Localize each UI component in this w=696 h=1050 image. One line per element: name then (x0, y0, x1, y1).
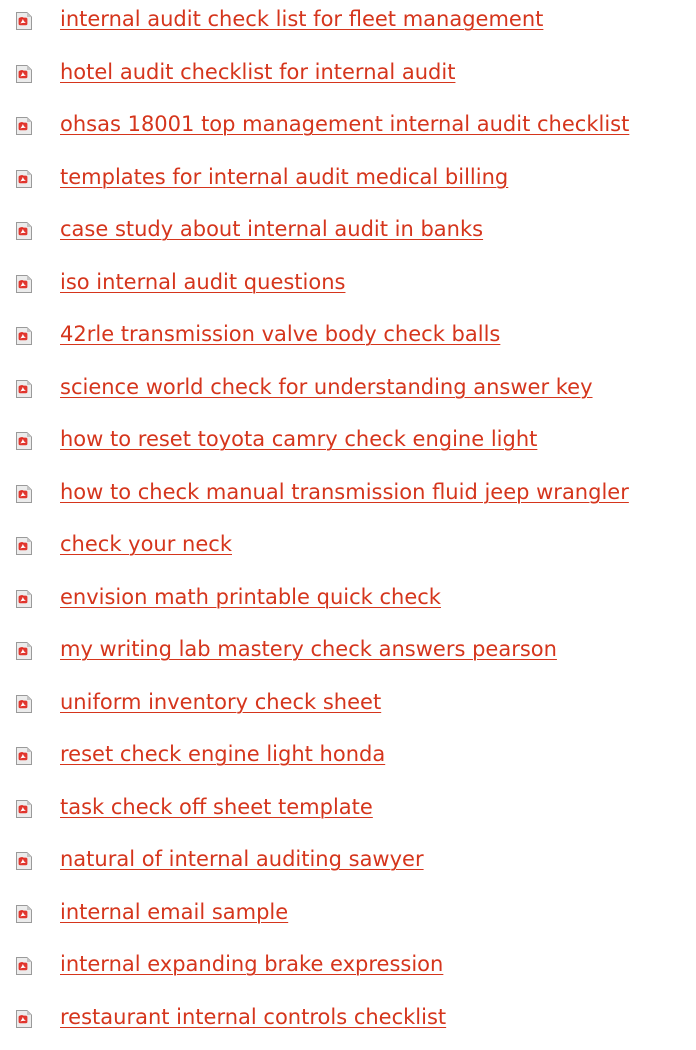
list-item-8: science world check for understanding an… (0, 368, 696, 421)
pdf-file-icon (14, 641, 34, 661)
list-item-link-17[interactable]: natural of internal auditing sawyer (60, 844, 424, 874)
list-item-link-15[interactable]: reset check engine light honda (60, 739, 385, 769)
list-item-link-8[interactable]: science world check for understanding an… (60, 372, 593, 402)
list-item-link-18[interactable]: internal email sample (60, 897, 288, 927)
list-item-18: internal email sample (0, 893, 696, 946)
pdf-file-icon (14, 956, 34, 976)
pdf-file-icon (14, 536, 34, 556)
list-item-15: reset check engine light honda (0, 735, 696, 788)
pdf-file-icon (14, 904, 34, 924)
pdf-file-icon (14, 274, 34, 294)
list-item-link-10[interactable]: how to check manual transmission fluid j… (60, 477, 629, 507)
list-item-link-20[interactable]: restaurant internal controls checklist (60, 1002, 446, 1032)
pdf-file-icon (14, 221, 34, 241)
list-item-link-4[interactable]: templates for internal audit medical bil… (60, 162, 508, 192)
list-item-4: templates for internal audit medical bil… (0, 158, 696, 211)
list-item-link-16[interactable]: task check off sheet template (60, 792, 373, 822)
pdf-file-icon (14, 379, 34, 399)
list-item-link-6[interactable]: iso internal audit questions (60, 267, 345, 297)
list-item-1: internal audit check list for fleet mana… (0, 0, 696, 53)
list-item-13: my writing lab mastery check answers pea… (0, 630, 696, 683)
list-item-19: internal expanding brake expression (0, 945, 696, 998)
link-list: internal audit check list for fleet mana… (0, 0, 696, 1050)
pdf-file-icon (14, 326, 34, 346)
list-item-2: hotel audit checklist for internal audit (0, 53, 696, 106)
list-item-7: 42rle transmission valve body check ball… (0, 315, 696, 368)
pdf-file-icon (14, 431, 34, 451)
pdf-file-icon (14, 746, 34, 766)
list-item-12: envision math printable quick check (0, 578, 696, 631)
list-item-10: how to check manual transmission fluid j… (0, 473, 696, 526)
list-item-link-5[interactable]: case study about internal audit in banks (60, 214, 483, 244)
pdf-file-icon (14, 1009, 34, 1029)
list-item-3: ohsas 18001 top management internal audi… (0, 105, 696, 158)
list-item-link-9[interactable]: how to reset toyota camry check engine l… (60, 424, 537, 454)
pdf-file-icon (14, 589, 34, 609)
list-item-14: uniform inventory check sheet (0, 683, 696, 736)
list-item-6: iso internal audit questions (0, 263, 696, 316)
list-item-11: check your neck (0, 525, 696, 578)
list-item-link-12[interactable]: envision math printable quick check (60, 582, 441, 612)
list-item-5: case study about internal audit in banks (0, 210, 696, 263)
pdf-file-icon (14, 116, 34, 136)
list-item-9: how to reset toyota camry check engine l… (0, 420, 696, 473)
pdf-file-icon (14, 169, 34, 189)
list-item-link-14[interactable]: uniform inventory check sheet (60, 687, 381, 717)
list-item-link-19[interactable]: internal expanding brake expression (60, 949, 443, 979)
list-item-17: natural of internal auditing sawyer (0, 840, 696, 893)
pdf-file-icon (14, 851, 34, 871)
list-item-link-2[interactable]: hotel audit checklist for internal audit (60, 57, 455, 87)
list-item-link-7[interactable]: 42rle transmission valve body check ball… (60, 319, 500, 349)
list-item-20: restaurant internal controls checklist (0, 998, 696, 1050)
pdf-file-icon (14, 799, 34, 819)
pdf-file-icon (14, 484, 34, 504)
pdf-file-icon (14, 11, 34, 31)
list-item-link-11[interactable]: check your neck (60, 529, 232, 559)
list-item-link-13[interactable]: my writing lab mastery check answers pea… (60, 634, 557, 664)
pdf-file-icon (14, 64, 34, 84)
list-item-link-1[interactable]: internal audit check list for fleet mana… (60, 4, 543, 34)
list-item-16: task check off sheet template (0, 788, 696, 841)
pdf-file-icon (14, 694, 34, 714)
list-item-link-3[interactable]: ohsas 18001 top management internal audi… (60, 109, 629, 139)
